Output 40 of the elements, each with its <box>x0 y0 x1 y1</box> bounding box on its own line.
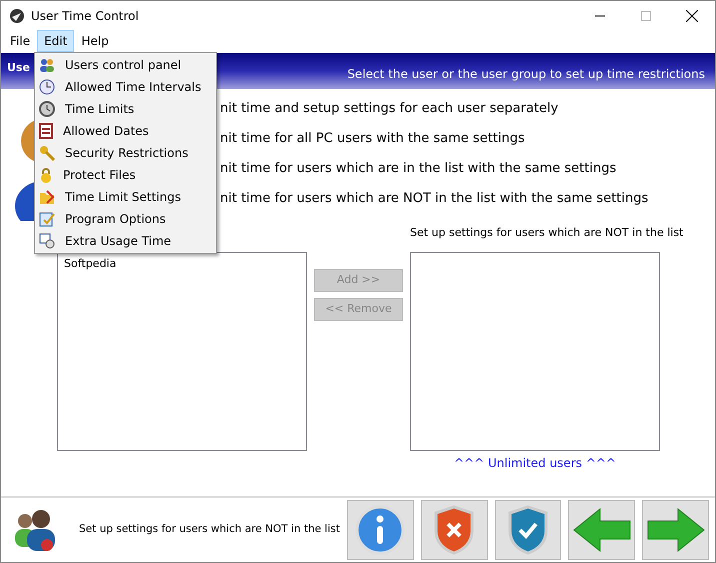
calendar-icon <box>39 123 53 139</box>
checklist-icon <box>39 211 55 227</box>
menu-item[interactable]: Edit <box>37 30 74 52</box>
menu-entry[interactable]: Security Restrictions <box>35 142 216 164</box>
forward-button[interactable] <box>642 500 710 560</box>
menu-entry[interactable]: Time Limits <box>35 98 216 120</box>
list-label: Set up settings for users which are NOT in the list <box>410 226 684 239</box>
menu-entry[interactable]: Protect Files <box>35 164 216 186</box>
list-item[interactable]: Softpedia <box>64 256 300 272</box>
header-subtitle: Select the user or the user group to set up time restrictions <box>347 66 705 83</box>
menu-entry[interactable]: Time Limit Settings <box>35 186 216 208</box>
clock-icon <box>39 233 55 249</box>
window-title: User Time Control <box>31 8 140 25</box>
option-label: nit time for users which are in the list with the same settings <box>220 160 618 178</box>
unlimited-users-link[interactable]: ^^^ Unlimited users ^^^ <box>454 454 616 472</box>
option-label: nit time for all PC users with the same settings <box>220 130 526 148</box>
key-icon <box>39 145 55 161</box>
menu-entry[interactable]: Allowed Time Intervals <box>35 76 216 98</box>
timer-icon <box>39 101 55 117</box>
menu-entry[interactable]: Allowed Dates <box>35 120 216 142</box>
cancel-button[interactable] <box>420 500 488 560</box>
users-icon <box>39 58 55 72</box>
option-label: nit time and setup settings for each user separately <box>220 100 560 118</box>
clock-icon <box>39 79 55 95</box>
option-label: nit time for users which are NOT in the list with the same settings <box>220 190 650 208</box>
menu-entry[interactable]: Program Options <box>35 208 216 230</box>
folder-icon <box>39 189 55 205</box>
menu-entry[interactable]: Users control panel <box>35 54 216 76</box>
header-title: Use <box>7 60 30 76</box>
menu-item[interactable]: Help <box>74 30 116 52</box>
back-button[interactable] <box>568 500 636 560</box>
menu-entry[interactable]: Extra Usage Time <box>35 230 216 252</box>
app-icon <box>9 8 25 24</box>
maximize-icon <box>641 11 651 21</box>
footer-text: Set up settings for users which are NOT in the list <box>79 522 340 538</box>
close-icon <box>686 10 698 22</box>
info-button[interactable] <box>346 500 414 560</box>
padlock-icon <box>39 167 53 183</box>
menu-item[interactable]: File <box>3 30 38 52</box>
ok-button[interactable] <box>494 500 562 560</box>
